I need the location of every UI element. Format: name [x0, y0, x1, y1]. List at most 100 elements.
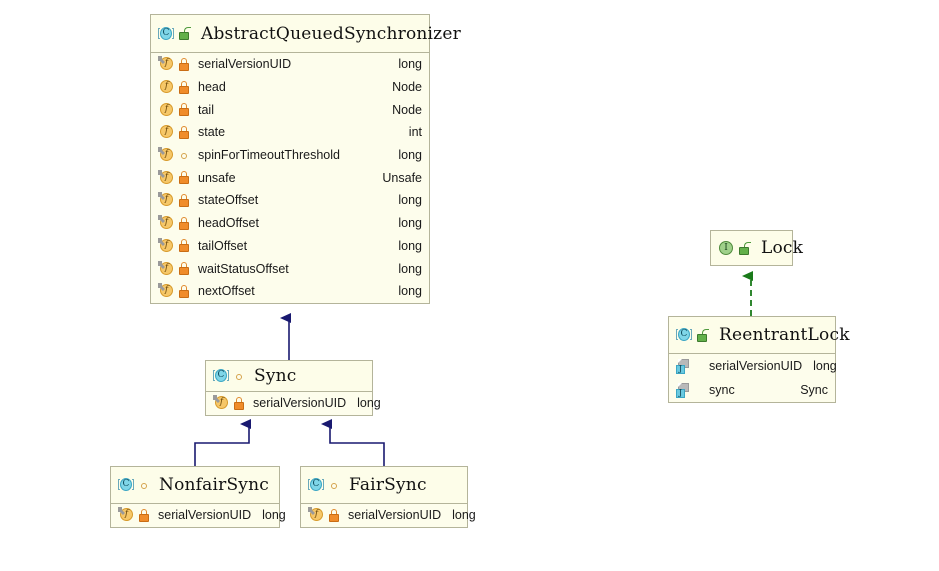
- node-abstract-queued-synchronizer[interactable]: C AbstractQueuedSynchronizer f serialVer…: [150, 14, 461, 304]
- node-members: J serialVersionUID long J sync Sync: [669, 354, 837, 402]
- private-lock-icon: [179, 216, 190, 230]
- member-row[interactable]: f nextOffset long: [151, 280, 429, 303]
- member-row[interactable]: f serialVersionUID long: [151, 53, 429, 76]
- member-type: Unsafe: [382, 170, 422, 185]
- member-row[interactable]: f headOffset long: [151, 212, 429, 235]
- package-circle-icon: [329, 479, 340, 492]
- static-field-icon: f: [158, 237, 174, 254]
- node-members: f serialVersionUID long: [301, 504, 476, 527]
- node-members: f serialVersionUID long: [206, 392, 381, 415]
- private-lock-icon: [179, 103, 190, 117]
- static-field-icon: f: [158, 283, 174, 299]
- member-name: tailOffset: [198, 238, 248, 253]
- class-title: ReentrantLock: [719, 325, 850, 345]
- member-type: int: [408, 125, 422, 140]
- node-header: C NonfairSync: [111, 467, 279, 504]
- class-icon: C: [308, 477, 324, 493]
- class-icon: C: [118, 477, 134, 493]
- member-name: spinForTimeoutThreshold: [198, 148, 340, 163]
- private-lock-icon: [179, 239, 190, 253]
- member-type: long: [398, 238, 422, 253]
- member-row[interactable]: f serialVersionUID long: [301, 504, 476, 527]
- member-name: tail: [198, 102, 214, 117]
- static-field-icon: f: [158, 215, 174, 231]
- member-name: serialVersionUID: [158, 508, 252, 523]
- member-type: long: [357, 396, 381, 411]
- member-row[interactable]: f tail Node: [151, 98, 429, 121]
- node-header: C Sync: [206, 361, 372, 392]
- member-row[interactable]: f stateOffset long: [151, 189, 429, 212]
- class-title: FairSync: [349, 475, 427, 495]
- member-name: headOffset: [198, 216, 259, 231]
- member-row[interactable]: f tailOffset long: [151, 235, 429, 258]
- member-row[interactable]: f unsafe Unsafe: [151, 166, 429, 189]
- public-unlock-icon: [739, 241, 752, 255]
- private-lock-icon: [179, 125, 190, 139]
- private-lock-icon: [179, 57, 190, 71]
- member-type: Sync: [800, 383, 828, 397]
- static-field-icon: f: [158, 192, 174, 208]
- node-header: C FairSync: [301, 467, 467, 504]
- member-row[interactable]: f state int: [151, 121, 429, 144]
- static-field-icon: f: [118, 507, 134, 523]
- package-circle-icon: [234, 370, 245, 383]
- member-row[interactable]: f serialVersionUID long: [111, 504, 286, 527]
- member-name: serialVersionUID: [198, 57, 292, 72]
- class-title: Sync: [254, 366, 297, 386]
- member-type: long: [398, 216, 422, 231]
- member-type: Node: [392, 102, 422, 117]
- edge-fairsync-to-sync: [321, 419, 385, 468]
- member-name: sync: [709, 383, 735, 397]
- member-row[interactable]: f head Node: [151, 76, 429, 99]
- member-name: nextOffset: [198, 284, 255, 299]
- package-circle-icon: [179, 149, 190, 162]
- member-row[interactable]: J serialVersionUID long: [669, 354, 837, 378]
- private-lock-icon: [179, 193, 190, 207]
- member-name: serialVersionUID: [253, 396, 347, 411]
- diagram-canvas: AbstractQueuedSynchronizer --> Sync (elb…: [0, 0, 939, 571]
- member-type: long: [398, 57, 422, 72]
- member-name: unsafe: [198, 170, 236, 185]
- member-type: long: [452, 508, 476, 523]
- static-field-icon: f: [158, 147, 174, 163]
- member-row[interactable]: f spinForTimeoutThreshold long: [151, 144, 429, 167]
- node-reentrant-lock[interactable]: C ReentrantLock J serialVersionUID long …: [668, 316, 850, 403]
- node-members: f serialVersionUID long f head Node f ta…: [151, 53, 429, 303]
- private-lock-icon: [139, 508, 150, 522]
- node-header: I Lock: [711, 231, 803, 265]
- member-name: stateOffset: [198, 193, 259, 208]
- class-title: NonfairSync: [159, 475, 269, 495]
- member-type: Node: [392, 80, 422, 95]
- private-lock-icon: [179, 80, 190, 94]
- member-type: long: [398, 193, 422, 208]
- static-field-icon: f: [158, 56, 174, 72]
- class-icon: C: [158, 26, 174, 42]
- member-type: long: [813, 359, 837, 373]
- member-name: serialVersionUID: [348, 508, 442, 523]
- node-fair-sync[interactable]: C FairSync f serialVersionUID long: [300, 466, 476, 528]
- static-field-icon: f: [158, 169, 174, 186]
- member-name: head: [198, 80, 226, 95]
- static-field-icon: f: [213, 395, 229, 411]
- node-sync[interactable]: C Sync f serialVersionUID long: [205, 360, 381, 416]
- node-members: f serialVersionUID long: [111, 504, 286, 527]
- java-file-icon: J: [676, 358, 691, 374]
- member-row[interactable]: f waitStatusOffset long: [151, 257, 429, 280]
- member-type: long: [398, 284, 422, 299]
- public-unlock-icon: [697, 328, 710, 342]
- public-unlock-icon: [179, 27, 192, 40]
- member-row[interactable]: f serialVersionUID long: [206, 392, 381, 415]
- private-lock-icon: [179, 171, 190, 185]
- node-lock[interactable]: I Lock: [710, 230, 803, 266]
- private-lock-icon: [234, 396, 245, 410]
- private-lock-icon: [329, 508, 340, 522]
- field-icon: f: [158, 124, 174, 140]
- class-icon: C: [213, 368, 229, 384]
- class-title: Lock: [761, 238, 804, 258]
- field-icon: f: [158, 102, 174, 118]
- static-field-icon: f: [158, 260, 174, 277]
- node-header: C AbstractQueuedSynchronizer: [151, 15, 461, 53]
- member-row[interactable]: J sync Sync: [669, 378, 835, 402]
- node-nonfair-sync[interactable]: C NonfairSync f serialVersionUID long: [110, 466, 286, 528]
- field-icon: f: [158, 79, 174, 95]
